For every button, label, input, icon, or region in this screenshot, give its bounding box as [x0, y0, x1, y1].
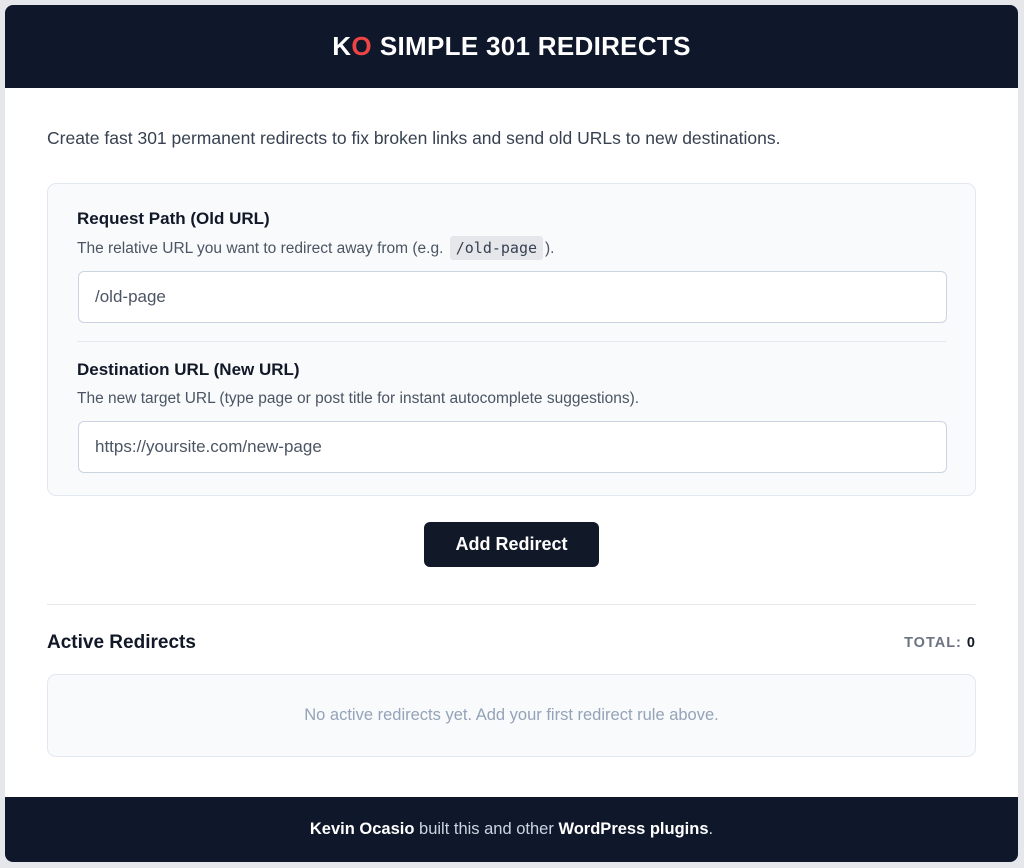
button-row: Add Redirect	[47, 522, 976, 567]
wordpress-plugins-link[interactable]: WordPress plugins	[558, 820, 708, 839]
request-help-end: ).	[545, 240, 555, 257]
footer-period: .	[708, 820, 714, 838]
form-divider	[77, 341, 946, 342]
destination-url-help: The new target URL (type page or post ti…	[77, 390, 640, 407]
active-redirects-header: Active Redirects TOTAL: 0	[47, 632, 976, 654]
plugin-footer: Kevin Ocasio built this and other WordPr…	[5, 797, 1018, 862]
footer-text: built this and other	[414, 820, 559, 838]
destination-url-input[interactable]	[78, 421, 947, 473]
total-count: TOTAL: 0	[904, 635, 976, 651]
empty-redirects-box: No active redirects yet. Add your first …	[47, 674, 976, 757]
logo-k: K	[332, 31, 352, 61]
request-path-input[interactable]	[78, 271, 947, 323]
request-help-text: The relative URL you want to redirect aw…	[77, 240, 444, 257]
plugin-panel: K O SIMPLE 301 REDIRECTS Create fast 301 p…	[5, 5, 1018, 862]
section-divider	[47, 604, 976, 605]
request-path-label: Request Path (Old URL)	[77, 209, 270, 228]
author-link[interactable]: Kevin Ocasio	[310, 820, 415, 839]
example-code: /old-page	[449, 236, 544, 260]
intro-text: Create fast 301 permanent redirects to f…	[47, 128, 781, 148]
request-path-help: The relative URL you want to redirect aw…	[77, 236, 946, 260]
logo-o: O	[351, 31, 372, 61]
empty-message: No active redirects yet. Add your first …	[304, 706, 719, 724]
total-value: 0	[966, 635, 976, 651]
plugin-title-text: SIMPLE 301 REDIRECTS	[379, 31, 691, 61]
plugin-header: K O SIMPLE 301 REDIRECTS	[5, 5, 1018, 88]
active-redirects-title: Active Redirects	[47, 632, 196, 653]
total-label: TOTAL:	[904, 635, 962, 651]
main-content: Create fast 301 permanent redirects to f…	[5, 126, 1018, 757]
redirect-form: Request Path (Old URL) The relative URL …	[47, 183, 976, 496]
destination-url-label: Destination URL (New URL)	[77, 360, 300, 379]
plugin-title: K O SIMPLE 301 REDIRECTS	[332, 31, 690, 62]
add-redirect-button[interactable]: Add Redirect	[424, 522, 599, 567]
